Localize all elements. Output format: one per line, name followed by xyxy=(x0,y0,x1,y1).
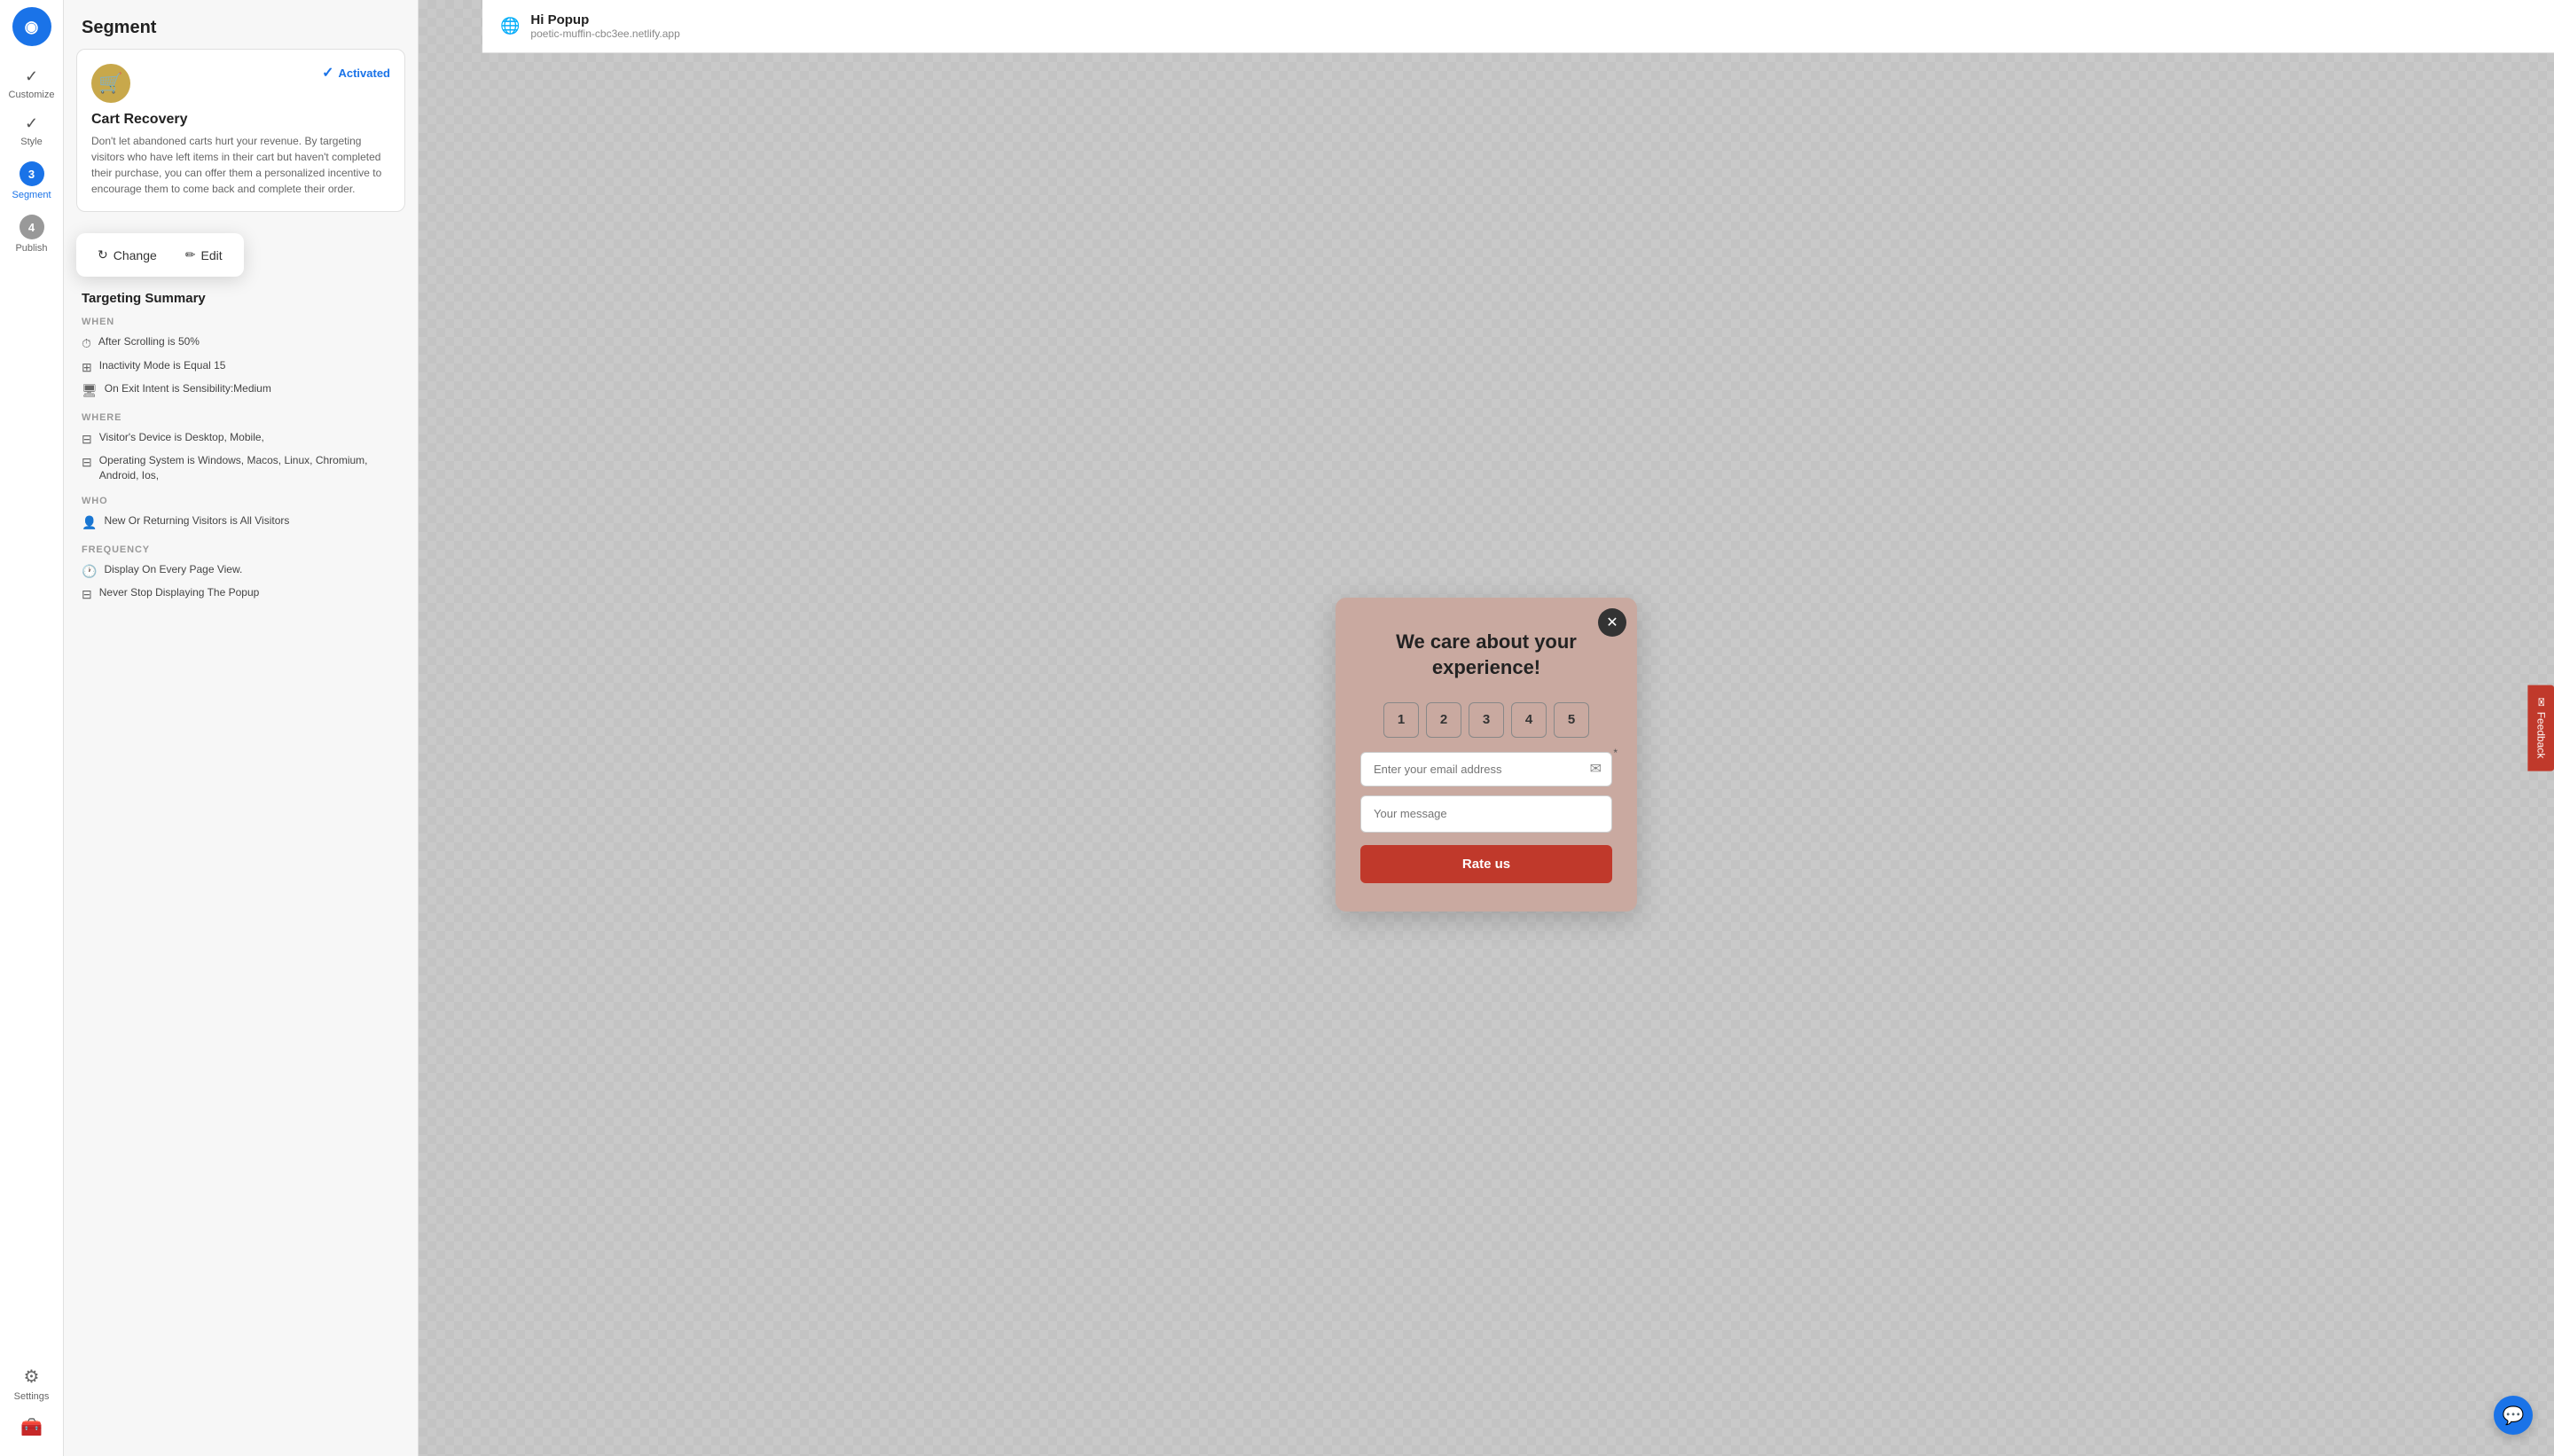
chat-icon: 💬 xyxy=(2503,1405,2525,1427)
device-text: Visitor's Device is Desktop, Mobile, xyxy=(99,430,264,445)
sidebar-item-settings[interactable]: ⚙ Settings xyxy=(11,1358,53,1409)
stop-icon: ⊟ xyxy=(82,586,92,604)
rate-us-button[interactable]: Rate us xyxy=(1360,845,1612,883)
message-input[interactable] xyxy=(1360,795,1612,833)
rating-1-button[interactable]: 1 xyxy=(1383,702,1419,738)
rating-3-button[interactable]: 3 xyxy=(1469,702,1504,738)
segment-card: 🛒 ✓ Activated Cart Recovery Don't let ab… xyxy=(76,49,405,212)
globe-icon: 🌐 xyxy=(500,17,520,35)
rating-2-button[interactable]: 2 xyxy=(1426,702,1461,738)
action-popup: ↻ Change ✏ Edit xyxy=(76,233,244,277)
inactivity-text: Inactivity Mode is Equal 15 xyxy=(99,358,226,373)
scroll-icon: ⏱ xyxy=(82,335,91,353)
cart-icon: 🛒 xyxy=(91,64,130,103)
sidebar-item-label: Customize xyxy=(9,90,55,100)
activated-check-icon: ✓ xyxy=(322,64,333,82)
page-title: Segment xyxy=(64,0,418,49)
publish-step-number: 4 xyxy=(20,215,44,239)
sidebar-item-integrations[interactable]: 🧰 xyxy=(11,1409,53,1445)
when-section: WHEN ⏱ After Scrolling is 50% ⊞ Inactivi… xyxy=(82,317,400,400)
required-asterisk: * xyxy=(1613,747,1618,759)
when-label: WHEN xyxy=(82,317,400,327)
targeting-summary-title: Targeting Summary xyxy=(82,291,400,306)
os-icon: ⊟ xyxy=(82,454,92,472)
edit-icon: ✏ xyxy=(185,247,196,262)
where-label: WHERE xyxy=(82,412,400,423)
sidebar-item-style[interactable]: ✓ Style xyxy=(0,107,63,154)
change-label: Change xyxy=(114,248,157,262)
app-logo[interactable]: ◉ xyxy=(12,7,51,46)
who-section: WHO 👤 New Or Returning Visitors is All V… xyxy=(82,496,400,532)
targeting-item: ⊟ Visitor's Device is Desktop, Mobile, xyxy=(82,430,400,449)
frequency-section: FREQUENCY 🕐 Display On Every Page View. … xyxy=(82,544,400,604)
sidebar-item-publish[interactable]: 4 Publish xyxy=(0,207,63,261)
targeting-item: ⏱ After Scrolling is 50% xyxy=(82,334,400,353)
email-field-row: ✉ * xyxy=(1360,752,1612,787)
site-title: Hi Popup xyxy=(530,12,679,27)
rating-5-button[interactable]: 5 xyxy=(1554,702,1589,738)
customize-check-icon: ✓ xyxy=(25,67,38,86)
chat-button[interactable]: 💬 xyxy=(2494,1396,2533,1435)
rating-row: 1 2 3 4 5 xyxy=(1360,702,1612,738)
targeting-item: 🖥 On Exit Intent is Sensibility:Medium xyxy=(82,381,400,400)
style-check-icon: ✓ xyxy=(25,114,38,133)
email-input[interactable] xyxy=(1360,752,1612,787)
edit-button[interactable]: ✏ Edit xyxy=(178,244,230,266)
where-section: WHERE ⊟ Visitor's Device is Desktop, Mob… xyxy=(82,412,400,483)
popup-title: We care about your experience! xyxy=(1360,630,1612,680)
os-text: Operating System is Windows, Macos, Linu… xyxy=(99,453,400,483)
display-icon: 🕐 xyxy=(82,563,97,581)
sidebar-item-segment[interactable]: 3 Segment xyxy=(0,154,63,207)
targeting-item: ⊞ Inactivity Mode is Equal 15 xyxy=(82,358,400,377)
main-content: ✕ We care about your experience! 1 2 3 4… xyxy=(419,53,2554,1456)
close-icon: ✕ xyxy=(1606,614,1618,631)
edit-label: Edit xyxy=(201,248,223,262)
rating-4-button[interactable]: 4 xyxy=(1511,702,1547,738)
feedback-icon: ✉ xyxy=(2535,698,2548,707)
visitor-icon: 👤 xyxy=(82,514,97,532)
stop-text: Never Stop Displaying The Popup xyxy=(99,585,260,600)
targeting-summary: Targeting Summary WHEN ⏱ After Scrolling… xyxy=(64,277,418,630)
exit-text: On Exit Intent is Sensibility:Medium xyxy=(105,381,271,396)
segment-step-number: 3 xyxy=(20,161,44,186)
status-badge: ✓ Activated xyxy=(322,64,390,82)
top-bar: 🌐 Hi Popup poetic-muffin-cbc3ee.netlify.… xyxy=(482,0,2554,53)
sidebar-item-customize[interactable]: ✓ Customize xyxy=(0,60,63,107)
exit-icon: 🖥 xyxy=(82,382,98,400)
logo-icon: ◉ xyxy=(25,18,39,36)
visitor-text: New Or Returning Visitors is All Visitor… xyxy=(104,513,289,528)
card-description: Don't let abandoned carts hurt your reve… xyxy=(91,133,390,197)
popup-close-button[interactable]: ✕ xyxy=(1598,608,1626,637)
targeting-item: 👤 New Or Returning Visitors is All Visit… xyxy=(82,513,400,532)
display-text: Display On Every Page View. xyxy=(104,562,242,577)
who-label: WHO xyxy=(82,496,400,506)
email-icon: ✉ xyxy=(1590,760,1602,778)
card-top: 🛒 ✓ Activated xyxy=(91,64,390,103)
sidebar-item-label: Segment xyxy=(12,190,51,200)
preview-popup: ✕ We care about your experience! 1 2 3 4… xyxy=(1336,598,1637,911)
inactivity-icon: ⊞ xyxy=(82,359,92,377)
feedback-label: Feedback xyxy=(2535,712,2548,759)
sidebar: ◉ ✓ Customize ✓ Style 3 Segment 4 Publis… xyxy=(0,0,64,1456)
targeting-item: ⊟ Never Stop Displaying The Popup xyxy=(82,585,400,604)
change-button[interactable]: ↻ Change xyxy=(90,244,164,266)
sidebar-item-label: Publish xyxy=(15,243,47,254)
top-bar-info: Hi Popup poetic-muffin-cbc3ee.netlify.ap… xyxy=(530,12,679,40)
targeting-item: ⊟ Operating System is Windows, Macos, Li… xyxy=(82,453,400,483)
card-title: Cart Recovery xyxy=(91,112,390,128)
change-icon: ↻ xyxy=(98,247,108,262)
frequency-label: FREQUENCY xyxy=(82,544,400,555)
device-icon: ⊟ xyxy=(82,431,92,449)
site-url: poetic-muffin-cbc3ee.netlify.app xyxy=(530,27,679,40)
feedback-tab[interactable]: ✉ Feedback xyxy=(2528,685,2554,771)
settings-icon: ⚙ xyxy=(24,1366,40,1388)
sidebar-item-label: Style xyxy=(20,137,42,147)
settings-label: Settings xyxy=(14,1391,50,1402)
main-preview-area: 🌐 Hi Popup poetic-muffin-cbc3ee.netlify.… xyxy=(419,0,2554,1456)
scroll-text: After Scrolling is 50% xyxy=(98,334,200,349)
activated-label: Activated xyxy=(338,67,390,80)
segment-panel: Segment 🛒 ✓ Activated Cart Recovery Don'… xyxy=(64,0,419,1456)
integrations-icon: 🧰 xyxy=(20,1416,43,1438)
targeting-item: 🕐 Display On Every Page View. xyxy=(82,562,400,581)
